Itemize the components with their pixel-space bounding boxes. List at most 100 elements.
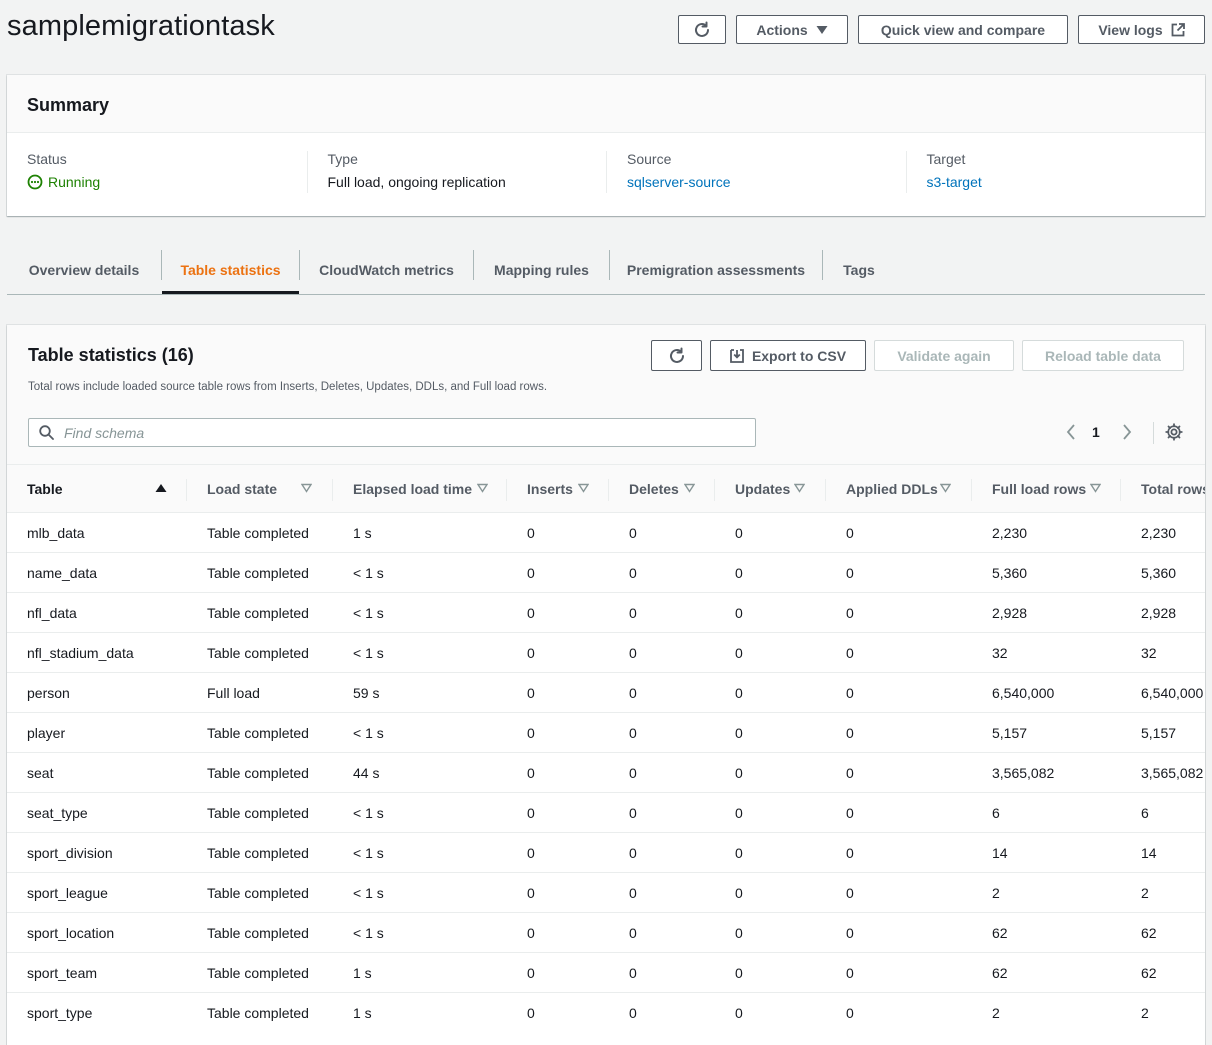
table-cell: 0 (609, 672, 715, 713)
tab-cloudwatch-metrics[interactable]: CloudWatch metrics (300, 245, 473, 294)
table-cell: 0 (826, 832, 972, 873)
column-label: Applied DDLs (846, 480, 938, 497)
table-cell: 0 (715, 832, 826, 873)
table-row[interactable]: sport_location Table completed < 1 s 0 0 0 0 62… (7, 912, 1205, 953)
table-row[interactable]: sport_league Table completed < 1 s000022 (7, 872, 1205, 913)
table-cell: 2 (972, 872, 1121, 913)
previous-page-button[interactable] (1063, 422, 1079, 442)
table-cell: Table completed (187, 552, 333, 593)
table-row[interactable]: person Full load 59 s 0 0 0 0 6,540,000 6,540,00… (7, 672, 1205, 713)
table-cell: 0 (715, 752, 826, 793)
table-cell: 0 (715, 512, 826, 553)
refresh-button[interactable] (678, 15, 726, 44)
column-label: Full load rows (992, 480, 1087, 497)
summary-title: Summary (7, 75, 1205, 133)
column-header-full-load-rows[interactable]: Full load rows (972, 464, 1121, 513)
column-header-elapsed-load-time[interactable]: Elapsed load time (333, 464, 507, 513)
page-number[interactable]: 1 (1092, 424, 1100, 440)
column-header-applied-ddls[interactable]: Applied DDLs (826, 464, 972, 513)
caret-down-icon (816, 25, 828, 34)
table-cell: 0 (609, 752, 715, 793)
table-row[interactable]: player Table completed < 1 s 0 0 0 0 5,157 5,157 (7, 712, 1205, 753)
target-link[interactable]: s3-target (927, 174, 1186, 190)
tab-tags[interactable]: Tags (823, 245, 895, 294)
type-value: Full load, ongoing replication (327, 174, 506, 190)
table-cell: mlb_data (7, 512, 187, 553)
table-cell: 6 (1121, 792, 1205, 833)
actions-button[interactable]: Actions (736, 15, 848, 44)
refresh-icon (669, 347, 684, 363)
summary-status: Status Running (7, 151, 307, 193)
table-cell: 62 (1121, 912, 1205, 953)
source-link[interactable]: sqlserver-source (627, 174, 886, 190)
external-link-icon (1171, 22, 1185, 36)
table-row[interactable]: name_data Table completed < 1 s 0 0 0 0 5,360 5,… (7, 552, 1205, 593)
table-cell: 0 (609, 872, 715, 913)
table-cell: 0 (507, 512, 609, 553)
table-row[interactable]: mlb_data Table completed 1 s 0 0 0 0 2,230 2,230 (7, 512, 1205, 553)
table-row[interactable]: seat_type Table completed < 1 s000066 (7, 792, 1205, 833)
table-cell: 0 (507, 912, 609, 953)
column-header-total-rows[interactable]: Total rows (1121, 464, 1205, 513)
search-input[interactable] (62, 423, 706, 442)
tab-overview-details[interactable]: Overview details (7, 245, 161, 294)
table-row[interactable]: nfl_data Table completed < 1 s 0 0 0 0 2,928 2,9… (7, 592, 1205, 633)
status-label: Status (27, 151, 67, 167)
table-cell: 62 (972, 912, 1121, 953)
table-cell: 0 (527, 1004, 535, 1021)
table-row[interactable]: sport_team Table completed 1 s 0 0 0 0 62 62 (7, 952, 1205, 993)
table-cell: 0 (715, 592, 826, 633)
column-header-inserts[interactable]: Inserts (507, 464, 609, 513)
table-cell: 0 (609, 592, 715, 633)
table-cell: 2 (1141, 1004, 1149, 1021)
table-cell: 0 (826, 872, 972, 913)
reload-table-data-button[interactable]: Reload table data (1022, 340, 1184, 371)
table-cell: Table completed (187, 792, 333, 833)
table-cell: 0 (715, 672, 826, 713)
column-header-deletes[interactable]: Deletes (609, 464, 715, 513)
table-cell: 6,540,000 (972, 672, 1121, 713)
tab-table-statistics[interactable]: Table statistics (162, 245, 299, 294)
table-refresh-button[interactable] (651, 340, 702, 371)
next-page-button[interactable] (1119, 422, 1135, 442)
view-logs-button[interactable]: View logs (1078, 15, 1205, 44)
table-row[interactable]: sport_type Table completed 1 s 0 0 0 0 2 2 (7, 993, 1205, 1033)
table-cell: 2 (992, 1004, 1000, 1021)
search-box[interactable] (28, 418, 756, 447)
tab-mapping-rules[interactable]: Mapping rules (474, 245, 609, 294)
table-cell: 0 (715, 552, 826, 593)
table-cell: 0 (715, 792, 826, 833)
table-row[interactable]: sport_division Table completed < 1 s 0 0 0 0 14… (7, 832, 1205, 873)
table-cell: 0 (846, 1004, 854, 1021)
sort-icon (794, 483, 805, 493)
table-cell: 5,157 (1121, 712, 1205, 753)
summary-target: Target s3-target (905, 151, 1206, 193)
preferences-button[interactable] (1165, 423, 1183, 446)
table-cell: 0 (507, 752, 609, 793)
export-csv-button[interactable]: Export to CSV (710, 340, 866, 371)
table-cell: 44 s (333, 752, 507, 793)
panel-title: Table statistics (16) (28, 345, 194, 365)
table-cell: Table completed (207, 1004, 309, 1021)
quick-view-compare-button[interactable]: Quick view and compare (858, 15, 1068, 44)
table-cell: 0 (715, 912, 826, 953)
column-header-load-state[interactable]: Load state (187, 464, 333, 513)
table-cell: 5,360 (972, 552, 1121, 593)
table-cell: < 1 s (333, 592, 507, 633)
table-cell: 14 (972, 832, 1121, 873)
table-cell: 0 (507, 632, 609, 673)
table-cell: 0 (507, 792, 609, 833)
column-label: Elapsed load time (353, 480, 473, 497)
table-statistics-panel: Table statistics (16) Total rows include… (7, 325, 1205, 1045)
table-cell: 0 (629, 1004, 637, 1021)
table-row[interactable]: nfl_stadium_data Table completed < 1 s0000… (7, 632, 1205, 673)
column-header-table[interactable]: Table (7, 464, 187, 513)
table-cell: 0 (715, 952, 826, 993)
table-cell: nfl_stadium_data (7, 632, 187, 673)
table-row[interactable]: seat Table completed 44 s 0 0 0 0 3,565,082 3,56… (7, 752, 1205, 793)
search-icon (39, 425, 54, 440)
validate-again-button[interactable]: Validate again (874, 340, 1014, 371)
tab-premigration-assessments[interactable]: Premigration assessments (610, 245, 822, 294)
column-header-updates[interactable]: Updates (715, 464, 826, 513)
table-cell: < 1 s (333, 632, 507, 673)
